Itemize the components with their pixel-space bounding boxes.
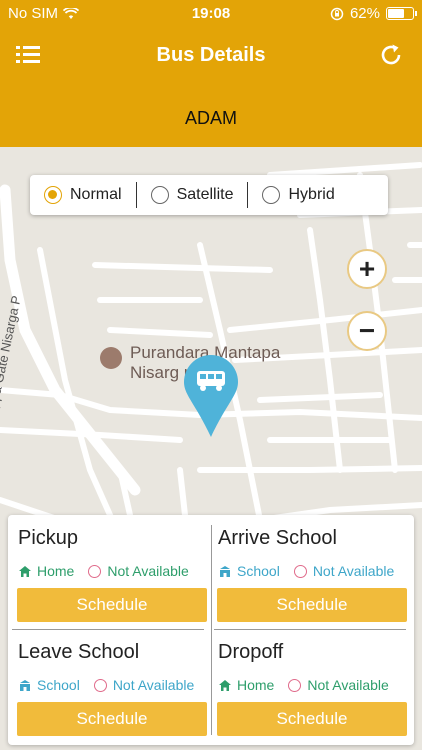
map-type-hybrid[interactable]: Hybrid (248, 175, 335, 215)
battery-percent: 62% (349, 5, 380, 22)
zoom-out-button[interactable]: − (347, 311, 387, 351)
location: School (218, 563, 280, 579)
location: Home (218, 677, 274, 693)
schedule-meta: Home Not Available (218, 677, 389, 693)
status-text: Not Available (107, 563, 189, 579)
schedule-title: Arrive School (218, 527, 337, 549)
status-text: Not Available (112, 677, 195, 693)
schedule-button[interactable]: Schedule (17, 588, 207, 622)
schedule-panel: Pickup Home Not Available Schedule Arriv… (8, 515, 414, 745)
radio-selected-icon[interactable] (44, 186, 62, 204)
schedule-button[interactable]: Schedule (217, 588, 407, 622)
schedule-pickup: Pickup Home Not Available Schedule (8, 515, 208, 629)
schedule-button[interactable]: Schedule (17, 702, 207, 736)
schedule-arrive-school: Arrive School School Not Available Sched… (208, 515, 408, 629)
clock-icon (288, 678, 302, 692)
orientation-lock-icon (330, 7, 344, 20)
map-type-label: Hybrid (288, 186, 335, 203)
zoom-in-button[interactable]: + (347, 249, 387, 289)
clock-icon (88, 564, 102, 578)
schedule-dropoff: Dropoff Home Not Available Schedule (208, 629, 408, 743)
map-type-label: Satellite (176, 186, 234, 203)
schedule-meta: Home Not Available (18, 563, 189, 579)
radio-icon[interactable] (262, 186, 281, 204)
map-type-satellite[interactable]: Satellite (137, 175, 234, 215)
bus-location-pin[interactable] (182, 353, 240, 438)
schedule-meta: School Not Available (218, 563, 394, 579)
refresh-icon[interactable] (378, 42, 404, 68)
poi-icon (100, 347, 122, 369)
schedule-title: Pickup (18, 527, 79, 549)
clock-icon (293, 564, 307, 578)
status-text: Not Available (307, 677, 389, 693)
student-name: ADAM (184, 108, 237, 128)
navbar: Bus Details (0, 36, 422, 76)
schedule-title: Dropoff (218, 641, 284, 663)
map-type-selector: Normal Satellite Hybrid (30, 175, 388, 215)
schedule-button[interactable]: Schedule (217, 702, 407, 736)
status-text: Not Available (312, 563, 395, 579)
home-icon (219, 679, 231, 691)
location: School (18, 677, 80, 693)
school-icon (20, 679, 30, 691)
page-title: Bus Details (156, 44, 266, 66)
clock-icon (93, 678, 107, 692)
schedule-leave-school: Leave School School Not Available Schedu… (8, 629, 208, 743)
radio-icon[interactable] (150, 186, 169, 204)
header: No SIM 19:08 62% Bus Details ADAM (0, 0, 422, 147)
schedule-title: Leave School (18, 641, 140, 663)
status-bar: No SIM 19:08 62% (0, 0, 422, 28)
map-type-normal[interactable]: Normal (30, 175, 122, 215)
map-type-label: Normal (70, 186, 122, 203)
school-icon (220, 565, 230, 577)
battery-icon (386, 7, 417, 20)
location: Home (18, 563, 74, 579)
home-icon (19, 565, 31, 577)
schedule-meta: School Not Available (18, 677, 194, 693)
